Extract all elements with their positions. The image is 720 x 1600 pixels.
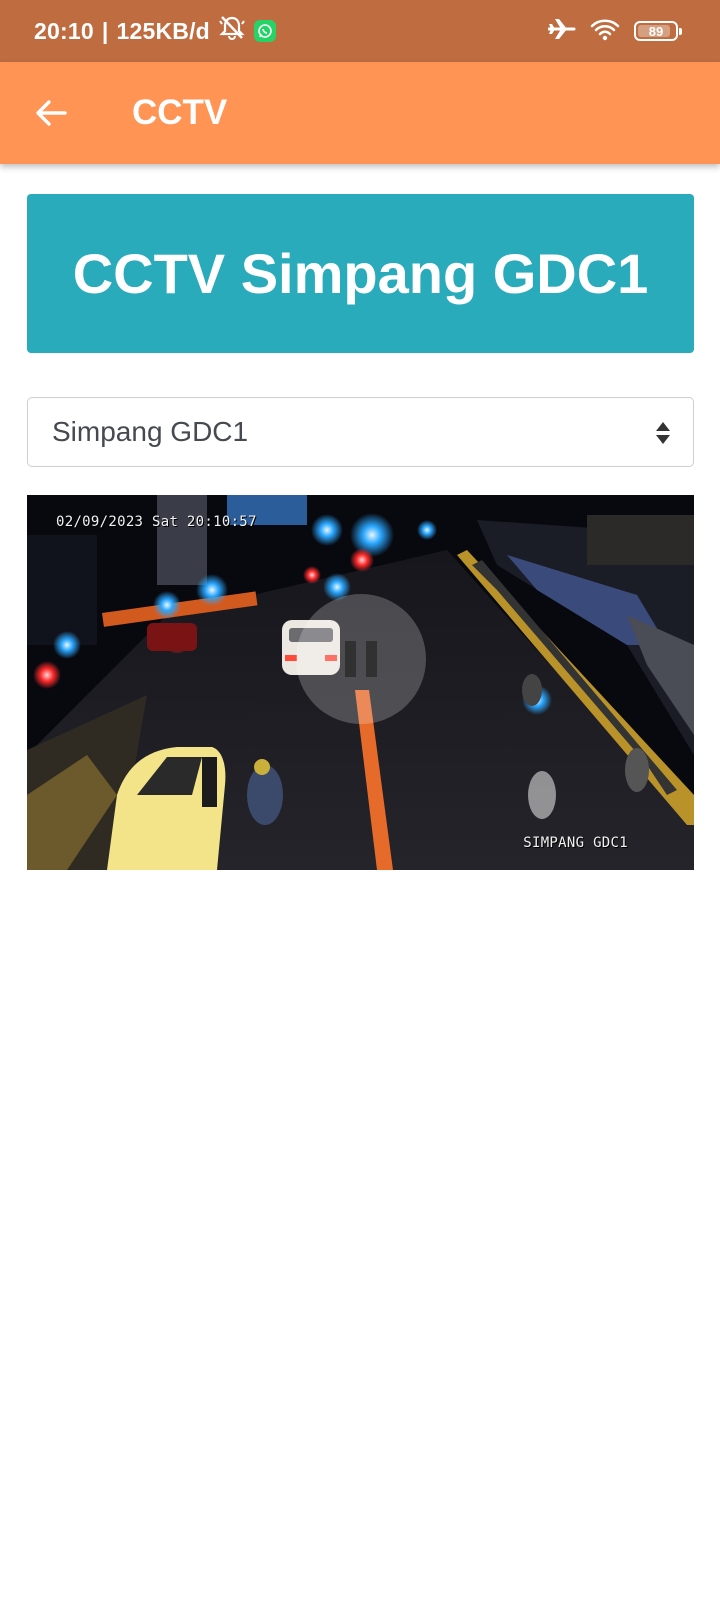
sort-arrows-icon — [656, 422, 670, 444]
banner-title: CCTV Simpang GDC1 — [72, 242, 649, 305]
camera-select[interactable]: Simpang GDC1 — [27, 397, 694, 467]
clock: 20:10 — [34, 17, 94, 44]
camera-title-banner: CCTV Simpang GDC1 — [27, 194, 694, 353]
pause-bar-right — [366, 641, 377, 677]
status-separator: | — [101, 17, 109, 44]
network-speed: 125KB/d — [116, 17, 210, 44]
battery-icon: 89 — [634, 21, 682, 41]
page-title: CCTV — [132, 93, 228, 132]
status-bar: 20:10 | 125KB/d 89 — [0, 0, 720, 62]
video-camera-label: SIMPANG GDC1 — [523, 835, 628, 851]
play-pause-button[interactable] — [296, 594, 426, 724]
app-bar: CCTV — [0, 62, 720, 164]
battery-level-text: 89 — [648, 23, 664, 39]
pause-icon — [345, 641, 377, 677]
arrow-left-icon — [36, 100, 67, 126]
airplane-icon — [547, 17, 576, 46]
back-button[interactable] — [26, 88, 76, 138]
cctv-video-player[interactable]: 02/09/2023 Sat 20:10:57 SIMPANG GDC1 — [27, 495, 694, 870]
whatsapp-icon — [253, 20, 276, 42]
status-right: 89 — [547, 0, 682, 62]
camera-select-value: Simpang GDC1 — [52, 416, 249, 447]
video-timestamp: 02/09/2023 Sat 20:10:57 — [56, 514, 257, 530]
pause-bar-left — [345, 641, 356, 677]
mute-bell-icon — [218, 15, 246, 47]
status-left: 20:10 | 125KB/d — [34, 0, 276, 62]
battery-tip — [679, 28, 682, 35]
wifi-icon — [590, 17, 620, 46]
